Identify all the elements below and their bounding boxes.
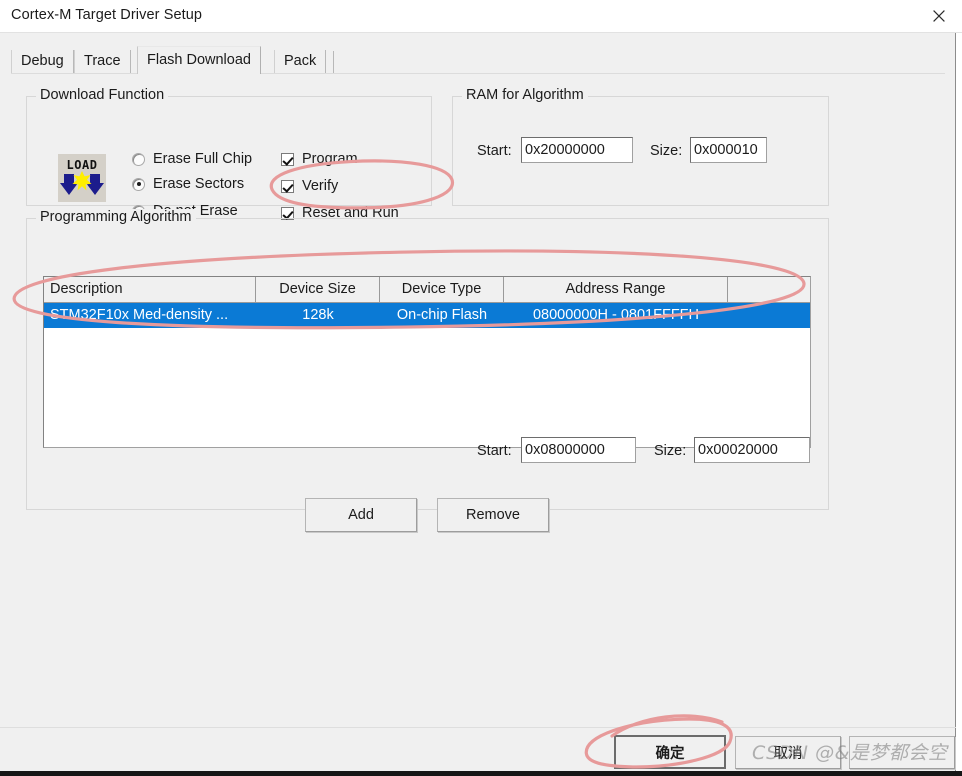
ram-for-algorithm-title: RAM for Algorithm bbox=[462, 87, 588, 103]
checkbox-verify[interactable]: Verify bbox=[281, 178, 338, 194]
bottom-edge-bar bbox=[0, 771, 962, 776]
ram-start-label: Start: bbox=[477, 143, 512, 159]
programming-algorithm-list[interactable]: Description Device Size Device Type Addr… bbox=[43, 276, 811, 448]
tab-flash-download[interactable]: Flash Download bbox=[137, 46, 261, 74]
radio-indicator bbox=[132, 177, 145, 191]
remove-button[interactable]: Remove bbox=[437, 498, 549, 532]
column-header-device-type[interactable]: Device Type bbox=[380, 277, 504, 302]
title-bar: Cortex-M Target Driver Setup bbox=[0, 0, 962, 33]
tab-pack[interactable]: Pack bbox=[274, 50, 327, 74]
flash-start-input[interactable]: 0x08000000 bbox=[521, 437, 636, 463]
cell-device-size: 128k bbox=[302, 307, 334, 323]
footer-separator bbox=[0, 727, 956, 728]
checkbox-label: Program bbox=[302, 151, 358, 167]
radio-erase-sectors[interactable]: Erase Sectors bbox=[132, 176, 244, 192]
list-header-row: Description Device Size Device Type Addr… bbox=[44, 277, 810, 303]
programming-algorithm-title: Programming Algorithm bbox=[36, 209, 196, 225]
cell-description: STM32F10x Med-density ... bbox=[50, 307, 229, 323]
column-header-spacer[interactable] bbox=[728, 277, 810, 302]
table-row[interactable]: STM32F10x Med-density ... 128k On-chip F… bbox=[44, 303, 810, 328]
cell-device-type: On-chip Flash bbox=[396, 307, 488, 323]
download-function-title: Download Function bbox=[36, 87, 169, 103]
checkbox-indicator bbox=[281, 179, 294, 193]
cell-spacer bbox=[728, 303, 810, 328]
dialog-right-edge bbox=[956, 33, 962, 776]
column-header-description[interactable]: Description bbox=[44, 277, 256, 302]
ram-start-input[interactable]: 0x20000000 bbox=[521, 137, 633, 163]
tab-trace[interactable]: Trace bbox=[74, 50, 131, 74]
radio-erase-full-chip[interactable]: Erase Full Chip bbox=[132, 151, 252, 167]
flash-size-input[interactable]: 0x00020000 bbox=[694, 437, 810, 463]
checkbox-indicator bbox=[281, 152, 294, 166]
csdn-watermark: CSDN @&是梦都会空 bbox=[752, 742, 948, 764]
close-button[interactable] bbox=[916, 0, 962, 32]
checkbox-label: Verify bbox=[302, 178, 339, 194]
add-button[interactable]: Add bbox=[305, 498, 417, 532]
ram-size-input[interactable]: 0x000010 bbox=[690, 137, 767, 163]
column-header-device-size[interactable]: Device Size bbox=[256, 277, 380, 302]
tab-strip: Debug Trace Flash Download Pack bbox=[11, 46, 945, 74]
flash-start-label: Start: bbox=[477, 443, 512, 459]
radio-indicator bbox=[132, 152, 145, 166]
close-icon bbox=[933, 10, 945, 22]
dialog-client-area: Debug Trace Flash Download Pack Download… bbox=[0, 33, 956, 776]
tab-strip-end-divider bbox=[333, 51, 334, 73]
ok-button[interactable]: 确定 bbox=[614, 735, 726, 769]
column-header-address-range[interactable]: Address Range bbox=[504, 277, 728, 302]
svg-text:LOAD: LOAD bbox=[67, 158, 98, 172]
load-flash-icon: LOAD bbox=[58, 154, 106, 202]
flash-size-label: Size: bbox=[654, 443, 687, 459]
window-title: Cortex-M Target Driver Setup bbox=[11, 7, 203, 23]
radio-label: Erase Full Chip bbox=[153, 151, 253, 167]
tab-debug[interactable]: Debug bbox=[11, 50, 74, 74]
ram-size-label: Size: bbox=[650, 143, 683, 159]
cell-address-range: 08000000H - 0801FFFFH bbox=[532, 307, 700, 323]
radio-label: Erase Sectors bbox=[153, 176, 245, 192]
cortex-m-target-driver-setup-dialog: Cortex-M Target Driver Setup Debug Trace… bbox=[0, 0, 962, 776]
checkbox-program[interactable]: Program bbox=[281, 151, 358, 167]
